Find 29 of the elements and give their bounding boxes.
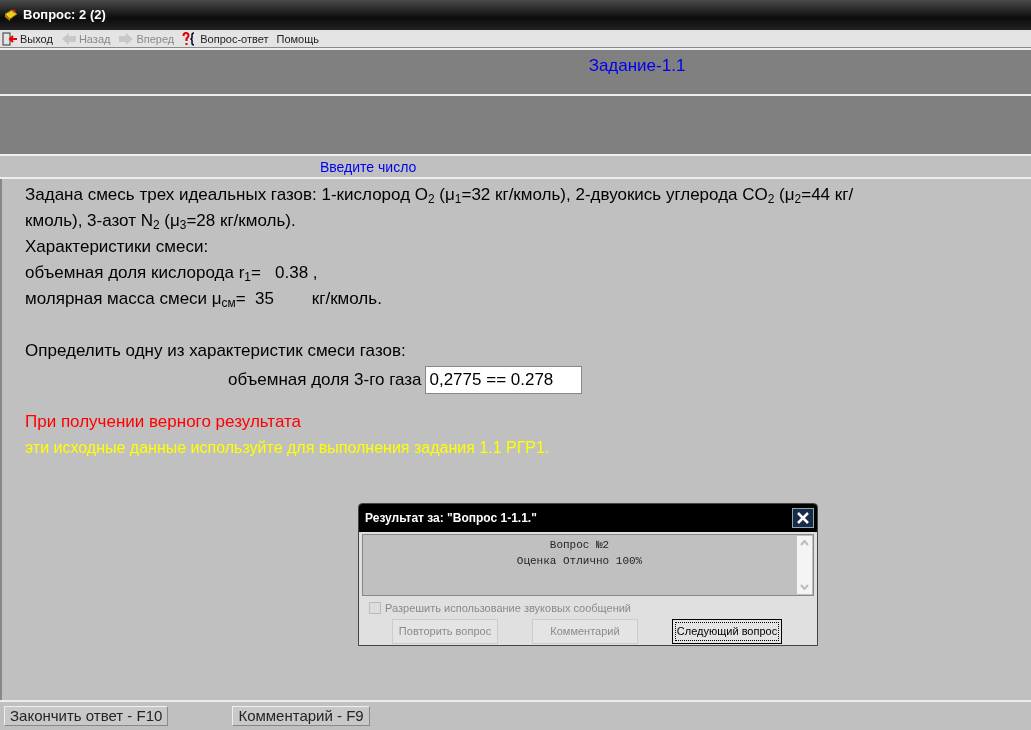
- close-icon: [796, 511, 810, 525]
- result-line: Оценка Отлично 100%: [515, 554, 644, 569]
- close-button[interactable]: [792, 508, 814, 528]
- scrollbar-drawing[interactable]: [796, 535, 813, 595]
- answer-field[interactable]: 0,2775 == 0.278: [425, 366, 583, 394]
- toolbar-button[interactable]: Помощь: [274, 30, 325, 47]
- status-button[interactable]: Закончить ответ - F10: [4, 706, 169, 726]
- left-arrow-icon: [60, 31, 77, 46]
- book-icon: [4, 8, 18, 22]
- toolbar-button[interactable]: Выход: [0, 30, 59, 47]
- dialog-button[interactable]: Следующий вопрос: [672, 618, 782, 644]
- toolbar-button[interactable]: Вопрос-ответ: [180, 30, 275, 47]
- note-text: эти исходные данные используйте для выполнения задания 1.1 РГР1.: [25, 438, 551, 458]
- result-line: Вопрос №2: [548, 538, 611, 553]
- answer-label: объемная доля 3-го газа: [228, 369, 422, 391]
- checkbox-label: Разрешить использование звуковых сообщений: [385, 601, 631, 616]
- question-text: Определить одну из характеристик смеси газов:: [25, 340, 407, 362]
- window-title: Вопрос: 2 (2): [23, 6, 106, 25]
- dialog-title: Результат за: "Вопрос 1-1.1.": [365, 510, 537, 527]
- status-button[interactable]: Комментарий - F9: [232, 706, 370, 726]
- given-value: объемная доля кислорода r$_{1}$= 0.38 ,: [25, 262, 319, 286]
- section-heading: Характеристики смеси:: [25, 236, 210, 258]
- input-hint: Введите число: [320, 159, 417, 175]
- right-arrow-icon: [118, 31, 135, 46]
- door-exit-icon: [2, 31, 18, 46]
- task-title: Задание-1.1: [588, 55, 686, 77]
- note-text: При получении верного результата: [25, 411, 303, 433]
- problem-statement: Задана смесь трех идеальных газов: 1-кислород O$_{2}$ (μ$_{1}$=32 кг/кмоль), 2-двуокись углерода CO$_{2}$ (μ$_{2}$=44 кг/кмоль), 3-азот N$_{2}$ (μ$_{3}$=28 кг/кмоль).: [25, 184, 855, 234]
- given-value: молярная масса смеси μ$_{см}$= 35 кг/кмоль.: [25, 288, 383, 312]
